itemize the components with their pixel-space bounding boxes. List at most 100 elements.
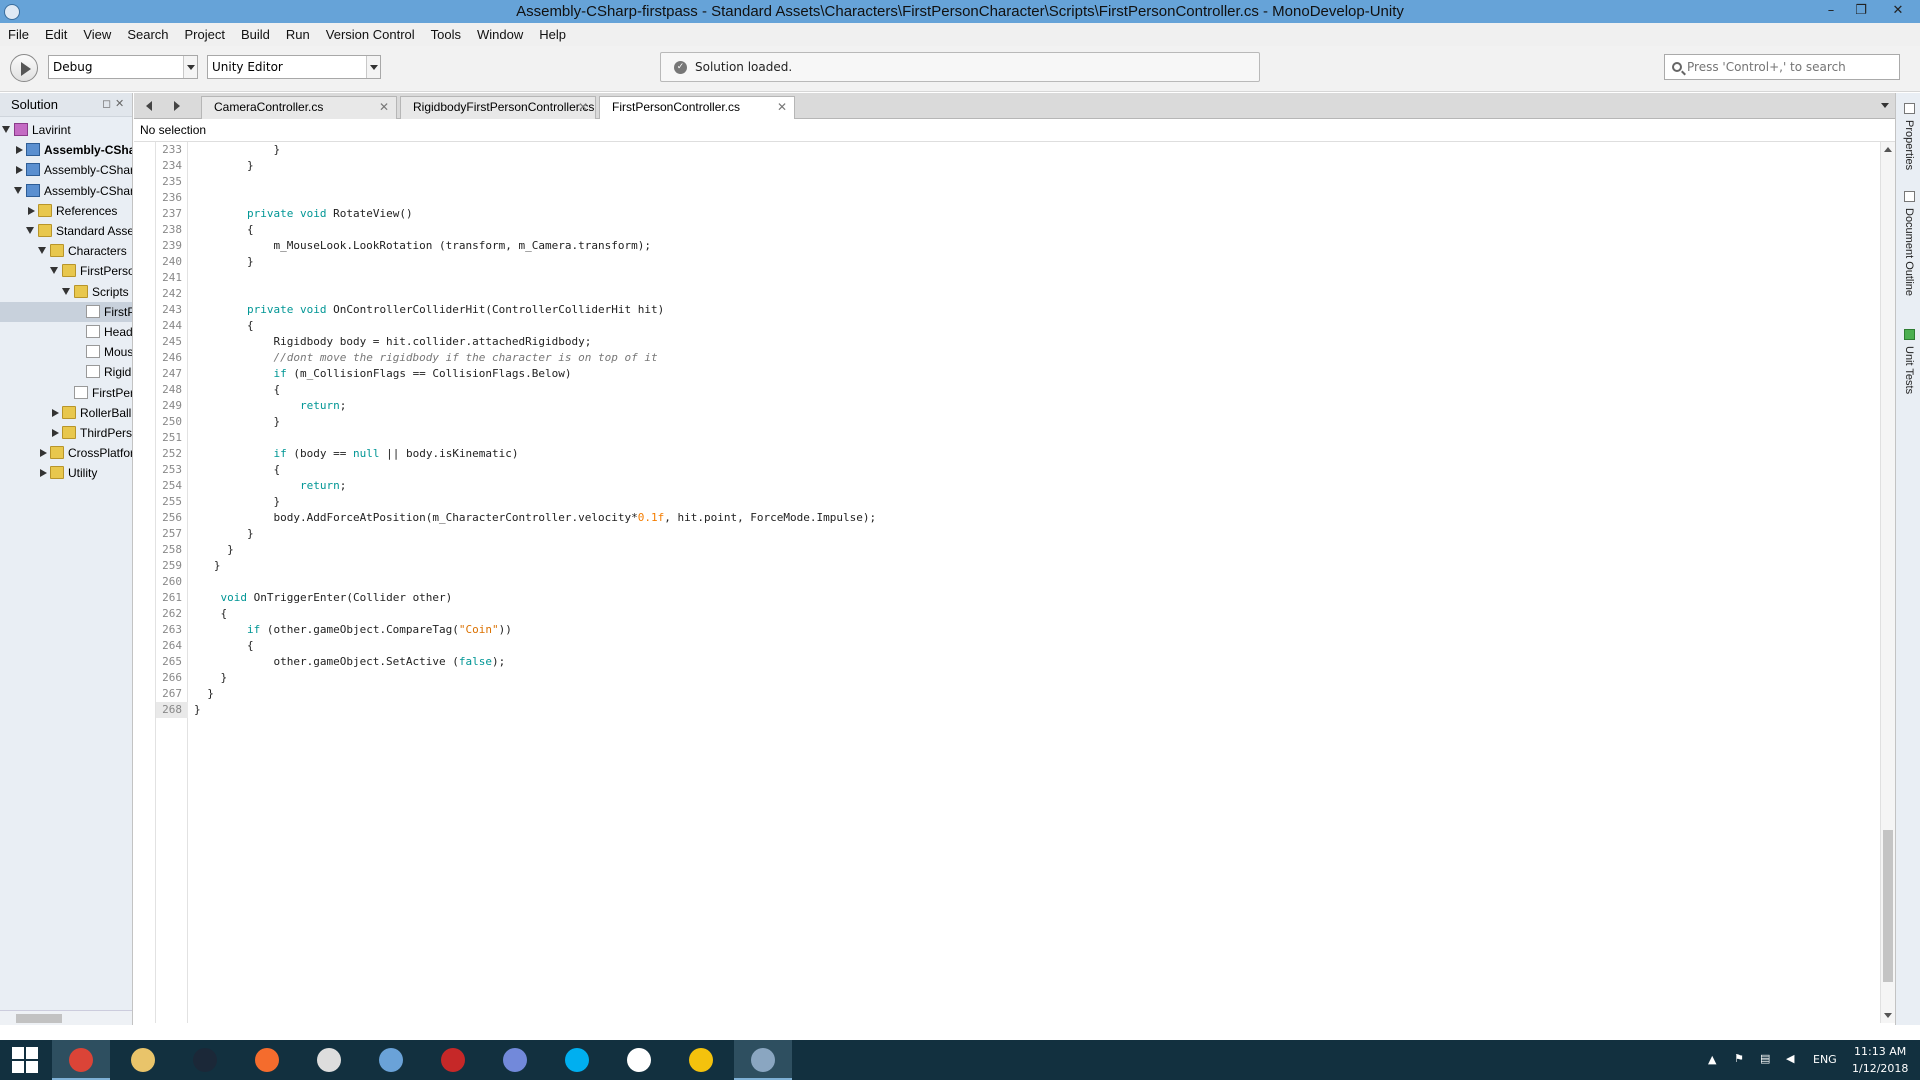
- document-tab[interactable]: RigidbodyFirstPersonController.cs ✕: [400, 96, 596, 119]
- code-line[interactable]: return;: [194, 398, 346, 414]
- pad-document-outline[interactable]: Document Outline: [1896, 191, 1920, 296]
- taskbar-app-google-chrome[interactable]: [52, 1040, 110, 1080]
- scrollbar-thumb[interactable]: [16, 1014, 62, 1023]
- code-line[interactable]: private void RotateView(): [194, 206, 413, 222]
- tree-item[interactable]: Assembly-CSharp-firstpass: [0, 181, 132, 201]
- collapsed-arrow-icon[interactable]: [52, 408, 59, 417]
- tree-item[interactable]: HeadBob.cs: [0, 322, 132, 342]
- menu-item-file[interactable]: File: [0, 27, 37, 42]
- close-tab-icon[interactable]: ✕: [777, 97, 787, 118]
- taskbar-app-origin[interactable]: [238, 1040, 296, 1080]
- expanded-arrow-icon[interactable]: [2, 126, 10, 133]
- code-line[interactable]: }: [194, 686, 214, 702]
- code-line[interactable]: other.gameObject.SetActive (false);: [194, 654, 505, 670]
- configuration-select[interactable]: Debug: [48, 55, 198, 79]
- code-line[interactable]: Rigidbody body = hit.collider.attachedRi…: [194, 334, 591, 350]
- code-line[interactable]: {: [194, 382, 280, 398]
- expanded-arrow-icon[interactable]: [14, 186, 22, 194]
- menu-item-build[interactable]: Build: [233, 27, 278, 42]
- code-line[interactable]: body.AddForceAtPosition(m_CharacterContr…: [194, 510, 876, 526]
- taskbar-app-discord[interactable]: [486, 1040, 544, 1080]
- code-line[interactable]: void OnTriggerEnter(Collider other): [194, 590, 453, 606]
- tree-item[interactable]: FirstPersonCharacter: [0, 261, 132, 281]
- input-language[interactable]: ENG: [1813, 1053, 1837, 1066]
- tree-item[interactable]: Standard Assets: [0, 221, 132, 241]
- scrollbar-thumb[interactable]: [1883, 830, 1893, 982]
- search-box[interactable]: [1664, 54, 1900, 80]
- code-line[interactable]: {: [194, 638, 254, 654]
- navigate-back-icon[interactable]: [146, 101, 152, 111]
- navigate-forward-icon[interactable]: [174, 101, 180, 111]
- close-button[interactable]: ✕: [1876, 0, 1920, 23]
- pad-properties[interactable]: Properties: [1896, 103, 1920, 170]
- collapsed-arrow-icon[interactable]: [40, 469, 47, 478]
- code-line[interactable]: private void OnControllerColliderHit(Con…: [194, 302, 664, 318]
- chevron-down-icon[interactable]: [366, 56, 380, 78]
- tree-item[interactable]: References: [0, 201, 132, 221]
- close-pane-icon[interactable]: ✕: [115, 97, 124, 110]
- menu-item-search[interactable]: Search: [119, 27, 176, 42]
- code-line[interactable]: return;: [194, 478, 346, 494]
- code-line[interactable]: {: [194, 318, 254, 334]
- tree-item[interactable]: Characters: [0, 241, 132, 261]
- menu-item-tools[interactable]: Tools: [423, 27, 469, 42]
- clock-date[interactable]: 1/12/2018: [1852, 1062, 1908, 1075]
- taskbar-app-fallout-shelter[interactable]: [362, 1040, 420, 1080]
- collapsed-arrow-icon[interactable]: [28, 206, 35, 215]
- taskbar-app-monodevelop-unity[interactable]: [734, 1040, 792, 1080]
- pad-unit-tests[interactable]: Unit Tests: [1896, 329, 1920, 394]
- code-line[interactable]: {: [194, 462, 280, 478]
- taskbar-app-steam[interactable]: [176, 1040, 234, 1080]
- solution-horizontal-scrollbar[interactable]: [0, 1010, 132, 1025]
- code-line[interactable]: }: [194, 414, 280, 430]
- code-line[interactable]: }: [194, 702, 201, 718]
- code-line[interactable]: //dont move the rigidbody if the charact…: [194, 350, 657, 366]
- collapsed-arrow-icon[interactable]: [16, 146, 23, 155]
- code-line[interactable]: {: [194, 222, 254, 238]
- tree-item[interactable]: ThirdPersonCharacter: [0, 423, 132, 443]
- network-icon[interactable]: ▤: [1760, 1052, 1770, 1065]
- tree-item[interactable]: FirstPersonController.cs: [0, 301, 132, 322]
- tree-item[interactable]: FirstPersonCharacterGuidelines.txt: [0, 383, 132, 403]
- chevron-down-icon[interactable]: [183, 56, 197, 78]
- taskbar-app-skype[interactable]: [548, 1040, 606, 1080]
- run-button[interactable]: [10, 54, 38, 82]
- taskbar-app-file-explorer[interactable]: [114, 1040, 172, 1080]
- close-tab-icon[interactable]: ✕: [379, 97, 389, 118]
- scroll-up-icon[interactable]: [1884, 147, 1892, 152]
- code-line[interactable]: }: [194, 558, 221, 574]
- tab-list-chevron-icon[interactable]: [1881, 103, 1889, 108]
- taskbar-app-unity[interactable]: [610, 1040, 668, 1080]
- tree-item[interactable]: Assembly-CSharp-Editor: [0, 160, 132, 180]
- menu-item-window[interactable]: Window: [469, 27, 531, 42]
- code-line[interactable]: if (other.gameObject.CompareTag("Coin")): [194, 622, 512, 638]
- code-line[interactable]: if (body == null || body.isKinematic): [194, 446, 518, 462]
- menu-item-view[interactable]: View: [75, 27, 119, 42]
- search-input[interactable]: [1687, 57, 1893, 77]
- code-line[interactable]: }: [194, 142, 280, 158]
- maximize-button[interactable]: ❐: [1846, 0, 1876, 23]
- tree-item[interactable]: CrossPlatformInput: [0, 443, 132, 463]
- code-line[interactable]: {: [194, 606, 227, 622]
- tree-item[interactable]: RigidbodyFirstPersonController.cs: [0, 362, 132, 382]
- taskbar-app-game[interactable]: [672, 1040, 730, 1080]
- code-line[interactable]: if (m_CollisionFlags == CollisionFlags.B…: [194, 366, 571, 382]
- start-button[interactable]: [0, 1040, 58, 1080]
- tree-item[interactable]: Lavirint: [0, 120, 132, 140]
- code-line[interactable]: }: [194, 670, 227, 686]
- code-line[interactable]: }: [194, 254, 254, 270]
- collapsed-arrow-icon[interactable]: [16, 166, 23, 175]
- taskbar-app-app[interactable]: [300, 1040, 358, 1080]
- collapsed-arrow-icon[interactable]: [52, 429, 59, 437]
- tree-item[interactable]: Utility: [0, 463, 132, 483]
- document-tab[interactable]: FirstPersonController.cs ✕: [599, 96, 795, 120]
- menu-item-version-control[interactable]: Version Control: [318, 27, 423, 42]
- tree-item[interactable]: MouseLook.cs: [0, 342, 132, 362]
- menu-item-project[interactable]: Project: [177, 27, 233, 42]
- expanded-arrow-icon[interactable]: [38, 247, 46, 255]
- code-line[interactable]: }: [194, 494, 280, 510]
- expanded-arrow-icon[interactable]: [62, 287, 70, 295]
- document-tab[interactable]: CameraController.cs ✕: [201, 96, 397, 119]
- tree-item[interactable]: Assembly-CSharp: [0, 140, 132, 160]
- tree-item[interactable]: RollerBall: [0, 403, 132, 423]
